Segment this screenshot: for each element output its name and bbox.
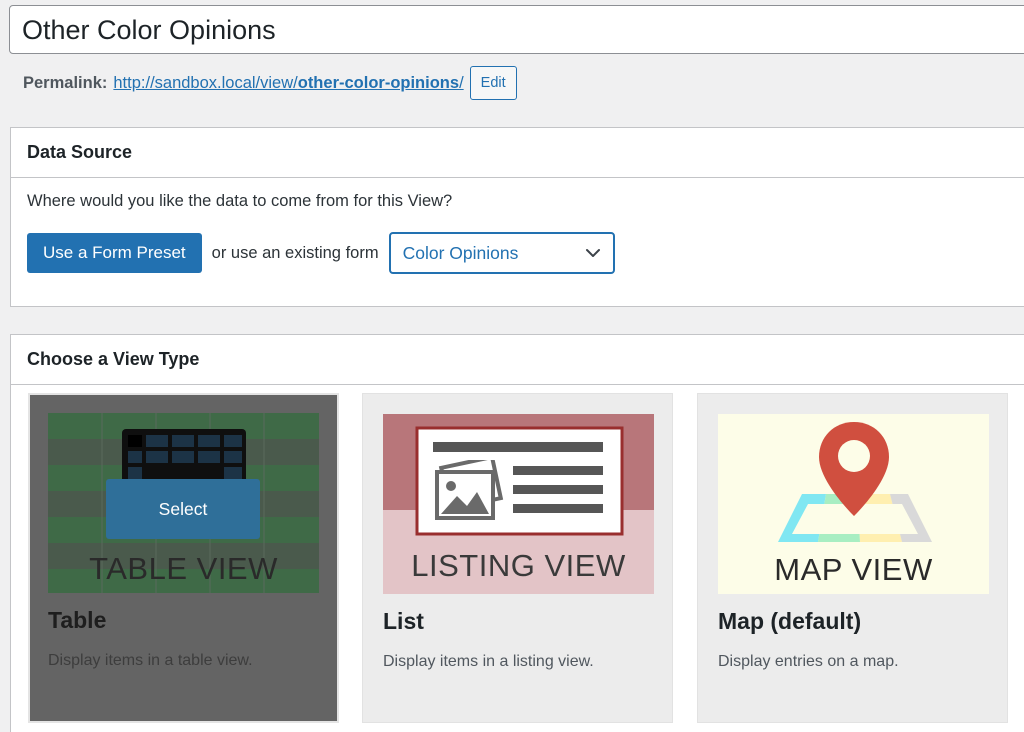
- view-type-card-list[interactable]: LISTING VIEW List Display items in a lis…: [362, 393, 673, 723]
- view-type-desc-map: Display entries on a map.: [718, 653, 899, 670]
- map-view-thumbnail: MAP VIEW: [718, 414, 989, 594]
- post-title-input[interactable]: Other Color Opinions: [9, 5, 1024, 54]
- permalink-url-base: http://sandbox.local/view/: [113, 73, 298, 92]
- use-form-preset-button[interactable]: Use a Form Preset: [27, 233, 202, 273]
- data-source-controls: Use a Form Preset or use an existing for…: [27, 232, 615, 274]
- existing-form-select[interactable]: Color Opinions: [388, 232, 615, 274]
- view-type-card-table[interactable]: Select TABLE VIEW Table Display items in…: [28, 393, 339, 723]
- view-type-title-map: Map (default): [718, 608, 862, 634]
- map-view-thumb-label: MAP VIEW: [774, 552, 933, 587]
- table-view-thumb-label: TABLE VIEW: [89, 551, 278, 586]
- edit-permalink-button[interactable]: Edit: [469, 66, 517, 100]
- permalink-link[interactable]: http://sandbox.local/view/other-color-op…: [113, 74, 463, 93]
- view-type-card-map[interactable]: MAP VIEW Map (default) Display entries o…: [697, 393, 1008, 723]
- view-type-title-list: List: [383, 608, 424, 634]
- permalink-slug: other-color-opinions: [297, 73, 460, 92]
- view-type-title-table: Table: [48, 607, 107, 633]
- chevron-down-icon: [585, 249, 600, 257]
- data-source-heading: Data Source: [11, 128, 1024, 178]
- or-existing-form-label: or use an existing form: [211, 243, 379, 262]
- select-table-button[interactable]: Select: [106, 479, 260, 539]
- listing-view-thumb-label: LISTING VIEW: [411, 548, 626, 583]
- listing-view-thumbnail: LISTING VIEW: [383, 414, 654, 594]
- view-type-desc-table: Display items in a table view.: [48, 652, 253, 669]
- view-type-panel: Choose a View Type Select TABLE VIEW Tab…: [10, 334, 1024, 732]
- view-type-heading: Choose a View Type: [11, 335, 1024, 385]
- existing-form-select-value: Color Opinions: [402, 242, 519, 263]
- permalink-url-trail: /: [459, 73, 464, 92]
- data-source-panel: Data Source Where would you like the dat…: [10, 127, 1024, 307]
- permalink-label: Permalink:: [23, 73, 108, 92]
- image-icon: [435, 460, 504, 520]
- data-source-question: Where would you like the data to come fr…: [27, 192, 453, 210]
- map-pin-icon: [819, 422, 889, 516]
- permalink-row: Permalink: http://sandbox.local/view/oth…: [23, 66, 517, 100]
- view-type-desc-list: Display items in a listing view.: [383, 653, 594, 670]
- table-view-thumbnail: Select TABLE VIEW: [48, 413, 319, 593]
